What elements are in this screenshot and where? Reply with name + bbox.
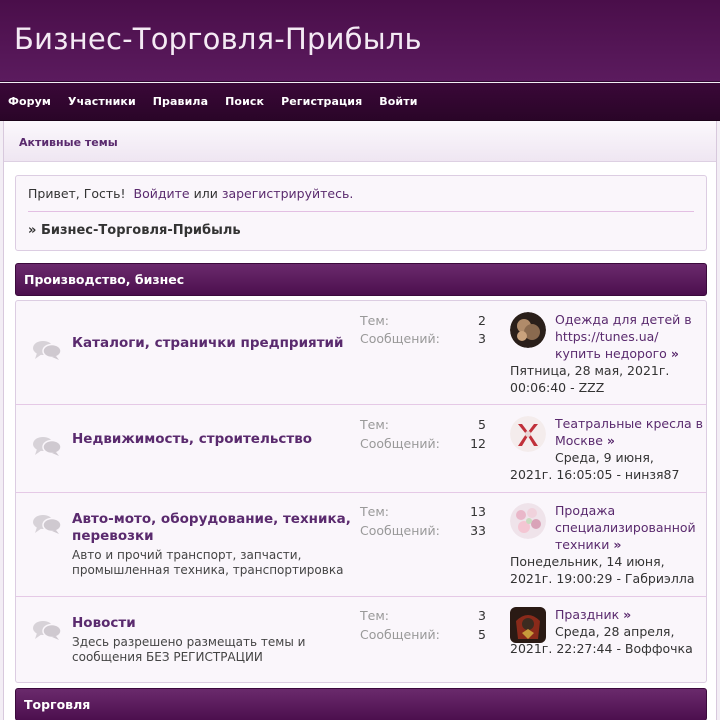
posts-label: Сообщений: [360,627,440,642]
category-bar-production[interactable]: Производство, бизнес [15,263,707,296]
last-post-meta-text: Среда, 9 июня, 2021г. 16:05:05 - нинзя87 [510,450,680,482]
posts-count: 12 [470,436,486,451]
speech-bubbles-icon [33,621,62,640]
topics-count: 5 [478,417,486,432]
arrow-icon: » [613,537,622,552]
board-row: Недвижимость, строительство Тем: 5 Сообщ… [16,405,706,493]
nav-search[interactable]: Поиск [225,95,264,108]
nav-forum[interactable]: Форум [8,95,51,108]
greeting-box: Привет, Гость! Войдите или зарегистрируй… [15,175,707,251]
topics-count: 2 [478,313,486,328]
breadcrumb: » Бизнес-Торговля-Прибыль [28,223,241,238]
topics-count: 13 [470,504,486,519]
category-bar-trade[interactable]: Торговля [15,688,707,720]
last-topic-title[interactable]: Праздник [555,607,619,622]
avatar[interactable] [510,503,546,539]
board-title[interactable]: Новости [72,615,362,632]
arrow-icon: » [606,433,615,448]
greeting-hello: Привет, Гость! [28,186,126,201]
last-post-meta: Среда, 28 апреля, 2021г. 22:27:44 - Вофф… [510,623,700,657]
board-title[interactable]: Авто-мото, оборудование, техника, перево… [72,511,362,545]
breadcrumb-home[interactable]: Бизнес-Торговля-Прибыль [41,223,241,238]
category-title: Производство, бизнес [24,272,185,287]
greeting-or: или [193,186,218,201]
speech-bubbles-icon [33,515,62,534]
topics-label: Тем: [360,608,389,623]
greeting-line: Привет, Гость! Войдите или зарегистрируй… [28,186,353,201]
topics-label: Тем: [360,417,389,432]
board-description: Здесь разрешено размещать темы и сообщен… [72,635,306,664]
posts-count: 33 [470,523,486,538]
avatar[interactable] [510,416,546,452]
last-post-meta: Среда, 9 июня, 2021г. 16:05:05 - нинзя87 [510,449,700,483]
active-topics-link[interactable]: Активные темы [19,136,118,149]
last-topic-title[interactable]: Продажа специализированной техники [555,503,696,552]
posts-count: 5 [478,627,486,642]
site-title[interactable]: Бизнес-Торговля-Прибыль [14,22,422,56]
nav-rules[interactable]: Правила [153,95,208,108]
main-nav: Форум Участники Правила Поиск Регистраци… [0,83,720,121]
posts-label: Сообщений: [360,523,440,538]
board-row: Новости Здесь разрешено размещать темы и… [16,597,706,684]
nav-register[interactable]: Регистрация [281,95,362,108]
board-title[interactable]: Недвижимость, строительство [72,431,362,448]
board-row: Авто-мото, оборудование, техника, перево… [16,493,706,597]
last-post-meta-text: Среда, 28 апреля, 2021г. 22:27:44 - Вофф… [510,624,693,656]
avatar[interactable] [510,312,546,348]
content-wrapper: Активные темы Привет, Гость! Войдите или… [3,121,717,720]
greeting-divider [28,211,694,212]
nav-members[interactable]: Участники [68,95,136,108]
arrow-icon: » [623,607,632,622]
last-topic-link[interactable]: Одежда для детей в https://tunes.ua/ куп… [555,311,705,362]
last-post-meta: Пятница, 28 мая, 2021г. 00:06:40 - ZZZ [510,363,670,395]
board-title[interactable]: Каталоги, странички предприятий [72,335,362,352]
arrow-icon: » [670,346,679,361]
nav-login[interactable]: Войти [379,95,417,108]
category-title: Торговля [24,697,91,712]
speech-bubbles-icon [33,341,62,360]
last-topic-link[interactable]: Театральные кресла в Москве » [555,415,705,449]
board-row: Каталоги, странички предприятий Тем: 2 С… [16,301,706,405]
last-topic-link[interactable]: Продажа специализированной техники » [555,502,705,553]
login-link[interactable]: Войдите [134,186,190,201]
last-post-meta: Понедельник, 14 июня, 2021г. 19:00:29 - … [510,554,695,586]
board-list: Каталоги, странички предприятий Тем: 2 С… [15,300,707,683]
topics-label: Тем: [360,313,389,328]
posts-count: 3 [478,331,486,346]
active-topics-bar: Активные темы [4,121,716,162]
speech-bubbles-icon [33,437,62,456]
topics-count: 3 [478,608,486,623]
register-link[interactable]: зарегистрируйтесь. [222,186,353,201]
breadcrumb-arrow: » [28,223,37,238]
posts-label: Сообщений: [360,436,440,451]
board-description: Авто и прочий транспорт, запчасти, промы… [72,548,344,577]
topics-label: Тем: [360,504,389,519]
site-header: Бизнес-Торговля-Прибыль [0,0,720,82]
last-topic-title[interactable]: Театральные кресла в Москве [555,416,703,448]
last-topic-link[interactable]: Праздник » [555,606,705,623]
posts-label: Сообщений: [360,331,440,346]
